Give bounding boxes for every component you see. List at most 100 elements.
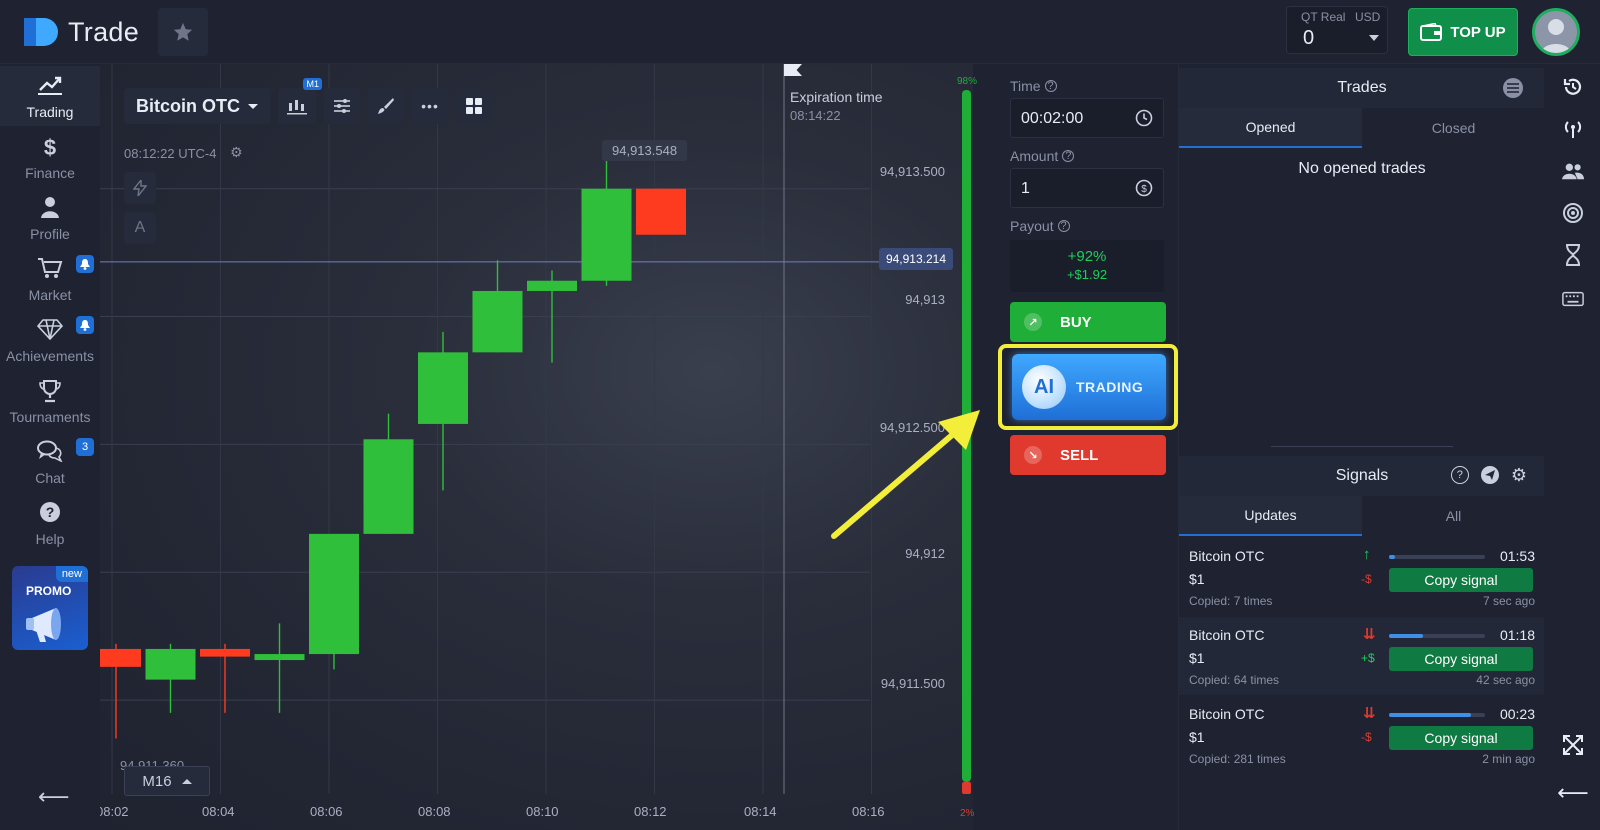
back-arrow-icon[interactable]: ⟵ — [38, 784, 70, 810]
signal-age: 42 sec ago — [1476, 673, 1535, 687]
expiration-info: Expiration time 08:14:22 — [790, 88, 883, 125]
expiration-time: 08:14:22 — [790, 108, 841, 123]
help-icon[interactable]: ? — [1057, 220, 1070, 232]
help-icon[interactable]: ? — [1044, 80, 1057, 92]
sidebar-item-market[interactable]: Market — [0, 249, 100, 309]
expiration-label: Expiration time — [790, 89, 883, 105]
sidebar-item-trading[interactable]: Trading — [0, 66, 100, 126]
high-price-label: 94,913.548 — [602, 140, 688, 161]
sidebar-item-chat[interactable]: Chat 3 — [0, 432, 100, 492]
sidebar-item-achievements[interactable]: Achievements — [0, 310, 100, 370]
candlestick-chart — [100, 64, 890, 794]
telegram-icon[interactable] — [1480, 466, 1499, 484]
back-arrow-icon[interactable]: ⟵ — [1557, 780, 1589, 805]
copy-signal-button[interactable]: Copy signal — [1389, 726, 1533, 750]
candle-body — [472, 290, 523, 353]
time-input[interactable]: 00:02:00 — [1010, 98, 1164, 138]
amount-value: 1 — [1021, 180, 1030, 197]
indicators-button[interactable] — [324, 88, 360, 124]
avatar[interactable] — [1532, 8, 1580, 56]
top-up-button[interactable]: TOP UP — [1408, 8, 1518, 56]
candle-down — [636, 188, 686, 235]
candle-up — [581, 150, 632, 286]
text-tool-button[interactable]: A — [124, 212, 156, 244]
chart-toolbar: Bitcoin OTC M1 ••• — [124, 78, 492, 124]
wallet-icon — [1420, 23, 1443, 41]
tab-all[interactable]: All — [1362, 496, 1545, 536]
hourglass-icon[interactable] — [1562, 244, 1584, 266]
users-icon[interactable] — [1562, 160, 1584, 182]
signal-direction-icon: ⇊ — [1363, 626, 1376, 643]
sellers-strength-bar — [962, 782, 971, 794]
signal-result: -$ — [1361, 730, 1372, 744]
tab-closed[interactable]: Closed — [1362, 108, 1545, 148]
promo-button[interactable]: new PROMO — [12, 566, 88, 650]
chart-area[interactable]: Bitcoin OTC M1 ••• 08:12:22 UTC-4 ⚙ A 94… — [100, 64, 973, 830]
help-circle-icon[interactable]: ? — [1450, 466, 1469, 484]
dollar-circle-icon[interactable]: $ — [1135, 179, 1153, 202]
tab-opened[interactable]: Opened — [1179, 108, 1362, 148]
candle-body — [581, 188, 632, 281]
signals-header: Signals ? ⚙ — [1179, 456, 1545, 496]
candle-down — [200, 643, 250, 713]
copy-signal-button[interactable]: Copy signal — [1389, 647, 1533, 671]
payout-label-text: Payout — [1010, 218, 1054, 234]
sidebar-item-help[interactable]: ? Help — [0, 493, 100, 553]
top-up-label: TOP UP — [1450, 23, 1506, 41]
asset-name: Bitcoin OTC — [136, 95, 240, 116]
lightning-icon — [133, 180, 147, 196]
timeframe-select[interactable]: M16 — [124, 766, 210, 796]
candle-up — [472, 260, 523, 353]
candle-up — [309, 533, 359, 670]
layout-button[interactable] — [456, 88, 492, 124]
list-icon[interactable] — [1503, 78, 1523, 98]
signals-header-icons: ? ⚙ — [1450, 466, 1527, 484]
timeframe-value: M16 — [142, 772, 172, 790]
bell-icon — [76, 316, 94, 334]
chart-type-button[interactable]: M1 — [278, 78, 322, 124]
asset-selector[interactable]: Bitcoin OTC — [124, 88, 270, 124]
logo[interactable]: Trade — [22, 16, 139, 48]
ai-trading-label: TRADING — [1076, 379, 1144, 395]
amount-label-text: Amount — [1010, 148, 1059, 164]
signal-progress-fill — [1389, 555, 1395, 559]
panel-divider — [1271, 446, 1453, 447]
help-icon[interactable]: ? — [1062, 150, 1075, 162]
candle-down — [100, 643, 141, 739]
account-selector[interactable]: QT Real USD 0 — [1286, 6, 1388, 54]
arrow-up-right-icon: ↗ — [1024, 313, 1042, 331]
target-icon[interactable] — [1562, 202, 1584, 224]
signal-result: -$ — [1361, 572, 1372, 586]
user-avatar-icon — [1541, 19, 1571, 53]
sidebar-item-tournaments[interactable]: Tournaments — [0, 371, 100, 431]
quick-trade-button[interactable] — [124, 172, 156, 204]
sell-button[interactable]: ↘ SELL — [1010, 435, 1166, 475]
buy-button[interactable]: ↗ BUY — [1010, 302, 1166, 342]
favorites-button[interactable] — [158, 8, 208, 56]
clock-icon[interactable] — [1135, 109, 1153, 132]
signal-result: +$ — [1361, 651, 1375, 665]
fullscreen-icon[interactable] — [1562, 734, 1584, 756]
amount-input[interactable]: 1 $ — [1010, 168, 1164, 208]
copy-signal-button[interactable]: Copy signal — [1389, 568, 1533, 592]
drawing-button[interactable] — [368, 88, 404, 124]
sidebar-item-profile[interactable]: Profile — [0, 188, 100, 248]
time-value: 00:02:00 — [1021, 110, 1084, 127]
ai-trading-button[interactable]: AI TRADING — [1012, 354, 1166, 420]
history-icon[interactable] — [1562, 76, 1584, 98]
candle-body — [309, 533, 359, 655]
letter-a-icon: A — [134, 219, 146, 236]
signal-progress-bar — [1389, 634, 1485, 638]
trade-panel: Time? 00:02:00 Amount? 1 $ Payout? +92% … — [996, 64, 1178, 830]
brush-icon — [378, 98, 394, 114]
signal-antenna-icon[interactable] — [1562, 118, 1584, 140]
more-button[interactable]: ••• — [412, 88, 448, 124]
tab-updates[interactable]: Updates — [1179, 496, 1362, 536]
keyboard-icon[interactable] — [1562, 288, 1584, 310]
gear-icon[interactable]: ⚙ — [230, 144, 243, 161]
price-axis-label: 94,913 — [905, 292, 945, 307]
candle-body — [363, 439, 414, 534]
gear-icon[interactable]: ⚙ — [1511, 466, 1527, 484]
signal-item: Bitcoin OTC $1 Copied: 64 times ⇊ +$ 01:18 Cop… — [1179, 617, 1545, 695]
sidebar-item-finance[interactable]: $ Finance — [0, 127, 100, 187]
